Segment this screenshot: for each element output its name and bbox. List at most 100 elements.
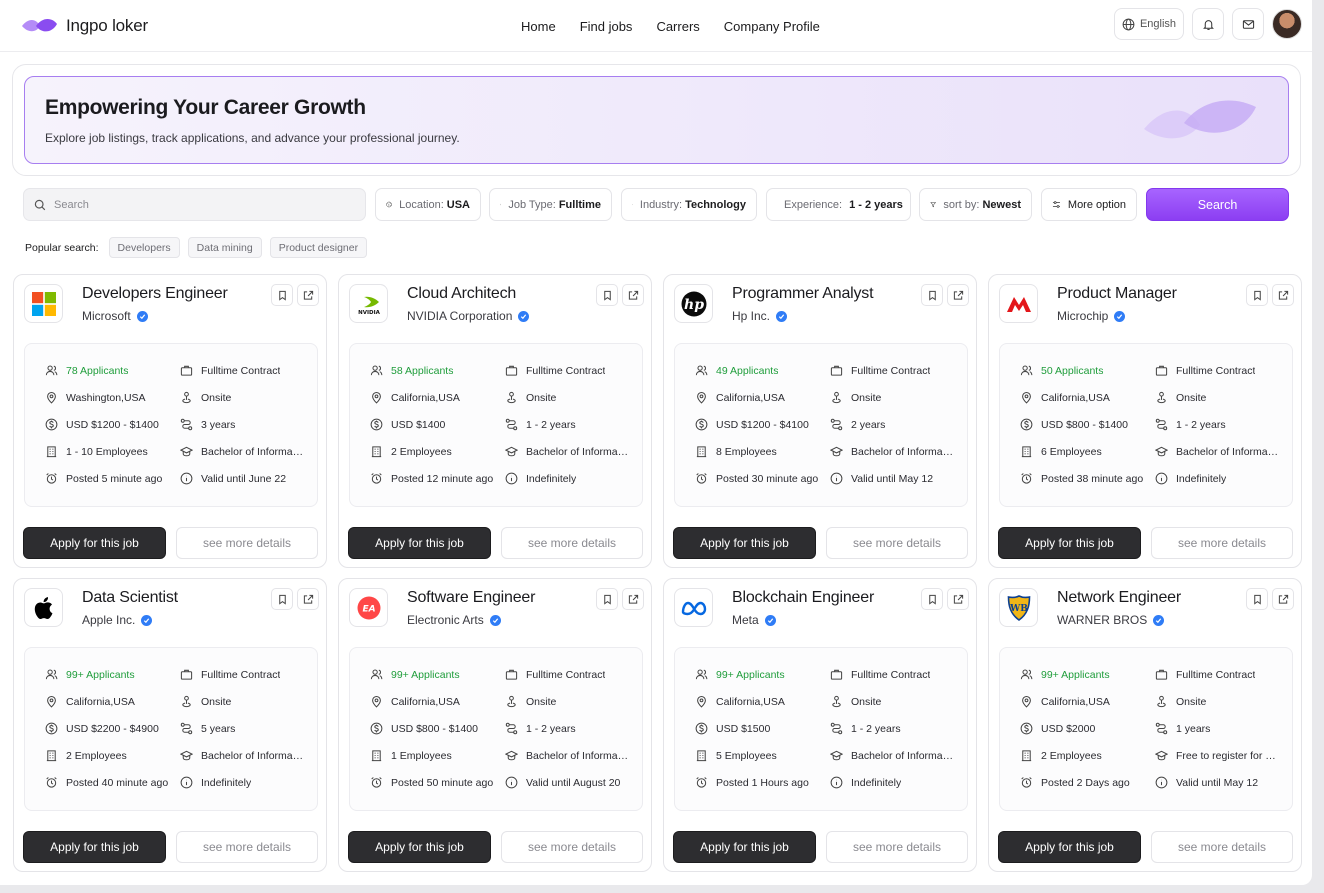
- nav-careers[interactable]: Carrers: [656, 19, 699, 34]
- apply-button[interactable]: Apply for this job: [23, 527, 166, 559]
- apply-button[interactable]: Apply for this job: [348, 831, 491, 863]
- map-pin-icon: [1022, 695, 1031, 708]
- filter-bar: Location:USA Job Type:Fulltime Industry:…: [23, 188, 1289, 221]
- bookmark-button[interactable]: [271, 588, 293, 610]
- apply-button[interactable]: Apply for this job: [998, 527, 1141, 559]
- svg-text:NVIDIA: NVIDIA: [358, 310, 381, 315]
- graduation-cap-icon: [830, 750, 843, 761]
- job-card[interactable]: hp Programmer Analyst Hp Inc. 49 Applica…: [663, 274, 977, 568]
- brand[interactable]: Ingpo loker: [20, 16, 148, 36]
- industry-filter[interactable]: Industry: Technology: [621, 188, 757, 221]
- share-button[interactable]: [947, 588, 969, 610]
- bookmark-button[interactable]: [921, 284, 943, 306]
- apply-button[interactable]: Apply for this job: [673, 527, 816, 559]
- education-row: Free to register for all...: [1155, 749, 1280, 762]
- experience-row: 1 years: [1155, 722, 1210, 735]
- location-row: Washington,USA: [45, 391, 146, 404]
- notifications-button[interactable]: [1192, 8, 1224, 40]
- see-details-button[interactable]: see more details: [1151, 831, 1293, 863]
- posted-time: Posted 38 minute ago: [1041, 472, 1144, 485]
- search-box[interactable]: [23, 188, 366, 221]
- applicants-row: 49 Applicants: [695, 364, 778, 377]
- popular-chip-data-mining[interactable]: Data mining: [187, 237, 262, 258]
- apply-button[interactable]: Apply for this job: [348, 527, 491, 559]
- bookmark-button[interactable]: [1246, 284, 1268, 306]
- more-options-button[interactable]: More option: [1041, 188, 1137, 221]
- experience-required: 5 years: [201, 722, 236, 735]
- app-page: Ingpo loker Home Find jobs Carrers Compa…: [0, 0, 1312, 885]
- job-card[interactable]: WB Network Engineer WARNER BROS 99+ Appl…: [988, 578, 1302, 872]
- sort-filter-value: Newest: [982, 198, 1021, 211]
- share-button[interactable]: [622, 284, 644, 306]
- briefcase-icon: [180, 669, 193, 680]
- company-name-row: NVIDIA Corporation: [407, 309, 530, 323]
- see-details-button[interactable]: see more details: [176, 527, 318, 559]
- company-name-row: Meta: [732, 613, 776, 627]
- job-title[interactable]: Programmer Analyst: [732, 285, 874, 303]
- education-required: Bachelor of Informati...: [201, 445, 305, 458]
- graduation-cap-icon: [180, 446, 193, 457]
- share-button[interactable]: [622, 588, 644, 610]
- more-options-label: More option: [1067, 198, 1126, 211]
- share-button[interactable]: [947, 284, 969, 306]
- messages-button[interactable]: [1232, 8, 1264, 40]
- search-button[interactable]: Search: [1146, 188, 1289, 221]
- bookmark-button[interactable]: [596, 588, 618, 610]
- see-details-button[interactable]: see more details: [1151, 527, 1293, 559]
- job-card[interactable]: NVIDIA Cloud Architech NVIDIA Corporatio…: [338, 274, 652, 568]
- language-selector[interactable]: English: [1114, 8, 1184, 40]
- see-details-button[interactable]: see more details: [501, 831, 643, 863]
- apply-button[interactable]: Apply for this job: [998, 831, 1141, 863]
- job-location: California,USA: [1041, 391, 1110, 404]
- popular-chip-product-designer[interactable]: Product designer: [269, 237, 368, 258]
- job-title[interactable]: Software Engineer: [407, 589, 535, 607]
- bookmark-button[interactable]: [596, 284, 618, 306]
- share-button[interactable]: [1272, 588, 1294, 610]
- posted-time: Posted 1 Hours ago: [716, 776, 809, 789]
- job-card[interactable]: Product Manager Microchip 50 Applicants …: [988, 274, 1302, 568]
- apple-logo-icon: [34, 596, 52, 619]
- job-title[interactable]: Blockchain Engineer: [732, 589, 874, 607]
- verified-badge-icon: [1114, 310, 1126, 322]
- share-button[interactable]: [297, 588, 319, 610]
- job-title[interactable]: Data Scientist: [82, 589, 178, 607]
- job-title[interactable]: Network Engineer: [1057, 589, 1181, 607]
- nav-find-jobs[interactable]: Find jobs: [580, 19, 633, 34]
- bookmark-button[interactable]: [1246, 588, 1268, 610]
- job-card[interactable]: Blockchain Engineer Meta 99+ Applicants …: [663, 578, 977, 872]
- job-type-filter[interactable]: Job Type: Fulltime: [489, 188, 612, 221]
- contract-type: Fulltime Contract: [526, 364, 606, 377]
- popular-chip-developers[interactable]: Developers: [108, 237, 180, 258]
- share-button[interactable]: [297, 284, 319, 306]
- see-details-button[interactable]: see more details: [826, 527, 968, 559]
- location-filter[interactable]: Location: USA: [375, 188, 481, 221]
- apply-button[interactable]: Apply for this job: [673, 831, 816, 863]
- nav-company-profile[interactable]: Company Profile: [724, 19, 820, 34]
- user-avatar[interactable]: [1272, 9, 1302, 39]
- validity-row: Indefinitely: [1155, 472, 1226, 485]
- work-mode: Onsite: [201, 695, 232, 708]
- job-title[interactable]: Developers Engineer: [82, 285, 228, 303]
- share-button[interactable]: [1272, 284, 1294, 306]
- see-details-button[interactable]: see more details: [501, 527, 643, 559]
- apply-button[interactable]: Apply for this job: [23, 831, 166, 863]
- bookmark-button[interactable]: [271, 284, 293, 306]
- bookmark-icon: [1253, 290, 1261, 301]
- see-details-button[interactable]: see more details: [176, 831, 318, 863]
- bookmark-button[interactable]: [921, 588, 943, 610]
- sort-filter[interactable]: sort by: Newest: [919, 188, 1032, 221]
- experience-filter[interactable]: Experience: 1 - 2 years: [766, 188, 911, 221]
- job-title[interactable]: Cloud Architech: [407, 285, 516, 303]
- company-name-row: Hp Inc.: [732, 309, 788, 323]
- nav-home[interactable]: Home: [521, 19, 556, 34]
- location-row: California,USA: [695, 695, 785, 708]
- job-card[interactable]: Developers Engineer Microsoft 78 Applica…: [13, 274, 327, 568]
- job-card[interactable]: Data Scientist Apple Inc. 99+ Applicants…: [13, 578, 327, 872]
- job-title[interactable]: Product Manager: [1057, 285, 1177, 303]
- education-required: Bachelor of Informati...: [201, 749, 305, 762]
- contract-row: Fulltime Contract: [180, 364, 280, 377]
- job-card[interactable]: EA Software Engineer Electronic Arts 99+…: [338, 578, 652, 872]
- company-size: 8 Employees: [716, 445, 777, 458]
- search-input[interactable]: [54, 198, 334, 211]
- see-details-button[interactable]: see more details: [826, 831, 968, 863]
